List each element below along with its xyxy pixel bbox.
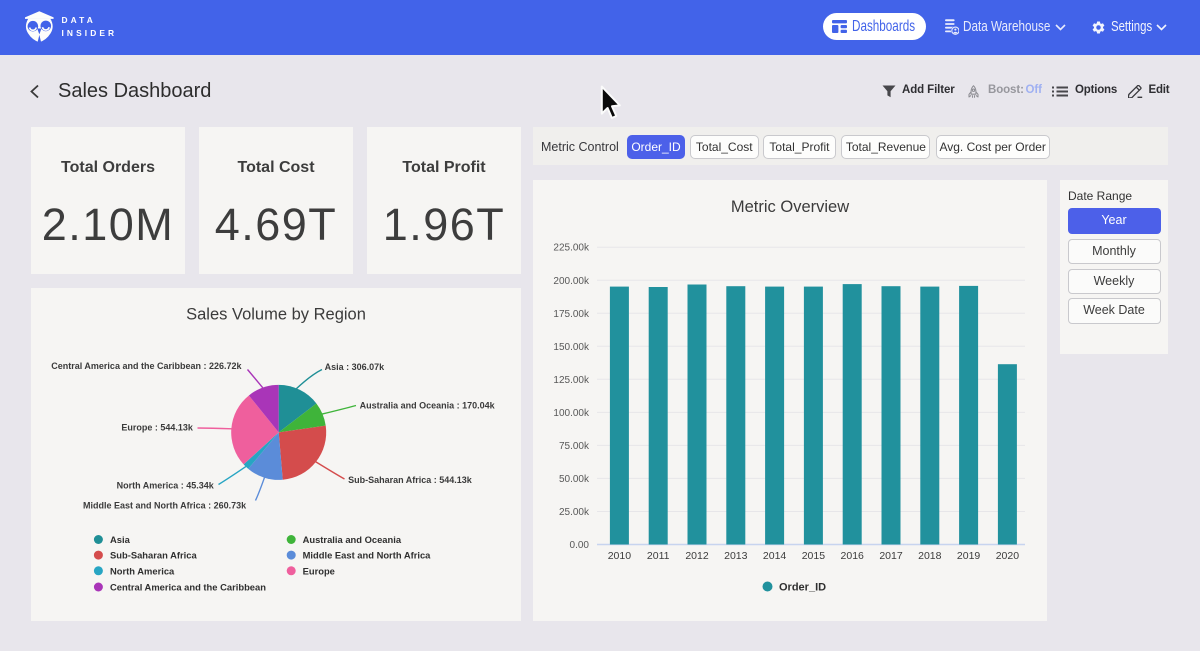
svg-text:North America : 45.34k: North America : 45.34k [117, 481, 215, 491]
svg-text:Asia: Asia [110, 534, 131, 545]
svg-text:2014: 2014 [763, 550, 787, 562]
svg-text:Middle East and North Africa: Middle East and North Africa [303, 550, 432, 561]
svg-text:125.00k: 125.00k [553, 375, 590, 386]
svg-text:Middle East and North Africa :: Middle East and North Africa : 260.73k [83, 501, 247, 511]
svg-text:225.00k: 225.00k [553, 243, 590, 254]
svg-text:200.00k: 200.00k [553, 276, 590, 287]
svg-text:100.00k: 100.00k [553, 408, 590, 419]
svg-text:2020: 2020 [996, 550, 1020, 562]
svg-text:Australia and Oceania: Australia and Oceania [303, 534, 402, 545]
svg-text:Sub-Saharan Africa : 544.13k: Sub-Saharan Africa : 544.13k [348, 475, 473, 485]
svg-text:Europe: Europe [303, 565, 335, 576]
svg-text:2013: 2013 [724, 550, 748, 562]
svg-text:Australia and Oceania : 170.04: Australia and Oceania : 170.04k [360, 401, 496, 411]
svg-text:Central America and the Caribb: Central America and the Caribbean [110, 582, 266, 593]
svg-text:Sales Volume by Region: Sales Volume by Region [186, 306, 366, 324]
svg-text:25.00k: 25.00k [559, 507, 590, 518]
svg-text:Central America and the Caribb: Central America and the Caribbean : 226.… [51, 361, 242, 371]
svg-text:Europe : 544.13k: Europe : 544.13k [121, 423, 194, 433]
svg-text:2010: 2010 [608, 550, 632, 562]
svg-text:2012: 2012 [685, 550, 709, 562]
svg-text:175.00k: 175.00k [553, 309, 590, 320]
svg-text:Order_ID: Order_ID [779, 582, 826, 594]
svg-text:North America: North America [110, 565, 175, 576]
svg-text:0.00: 0.00 [570, 540, 590, 551]
svg-text:2018: 2018 [918, 550, 942, 562]
svg-text:2017: 2017 [879, 550, 903, 562]
svg-text:Metric Overview: Metric Overview [731, 198, 849, 216]
svg-text:2015: 2015 [802, 550, 826, 562]
svg-text:150.00k: 150.00k [553, 342, 590, 353]
svg-text:Sub-Saharan Africa: Sub-Saharan Africa [110, 550, 197, 561]
svg-text:2019: 2019 [957, 550, 981, 562]
svg-text:50.00k: 50.00k [559, 474, 590, 485]
svg-text:2011: 2011 [647, 550, 670, 562]
svg-text:2016: 2016 [841, 550, 865, 562]
svg-text:Asia : 306.07k: Asia : 306.07k [325, 362, 386, 372]
svg-text:75.00k: 75.00k [559, 441, 590, 452]
